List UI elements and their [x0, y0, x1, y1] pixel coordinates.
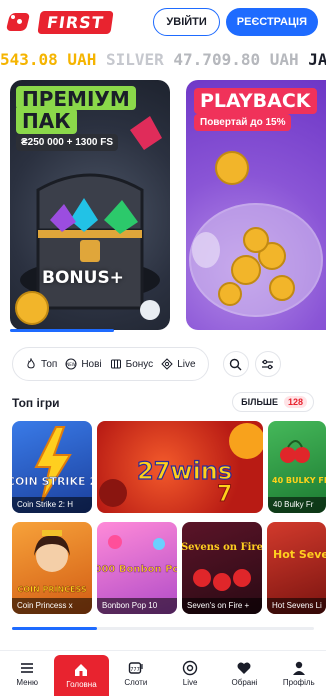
dice-icon	[5, 11, 34, 33]
live-chip-icon	[182, 660, 198, 676]
tab-live[interactable]: Live	[157, 358, 199, 370]
section-title: Топ ігри	[12, 396, 60, 410]
game-title: Bonbon Pop 10	[97, 598, 177, 614]
slot-machine-icon: 777	[128, 662, 143, 674]
nav-label: Обрані	[231, 678, 258, 687]
game-card[interactable]: Hot Sevens Hot Sevens Li	[267, 522, 326, 614]
game-title: Coin Princess x	[12, 598, 92, 614]
game-card[interactable]: 40 BULKY FRUITS 40 Bulky Fr	[268, 421, 326, 513]
nav-label: Меню	[16, 678, 38, 687]
nav-label: Live	[182, 678, 198, 687]
more-label: БІЛЬШЕ	[241, 397, 278, 407]
games-count-badge: 128	[283, 396, 307, 408]
nav-home[interactable]: Головна	[54, 655, 109, 696]
category-tabs: Топ NEW Нові Бонус Live	[12, 347, 209, 381]
brand-name: FIRST	[37, 10, 114, 34]
game-card[interactable]: COIN STRIKE 2 Coin Strike 2: H	[12, 421, 92, 513]
tab-bonus[interactable]: Бонус	[106, 358, 158, 370]
home-icon	[75, 664, 88, 676]
nav-label: Слоти	[124, 678, 148, 687]
chip-icon	[161, 358, 173, 370]
tab-new[interactable]: NEW Нові	[61, 358, 105, 370]
nav-profile[interactable]: Профіль	[272, 651, 326, 696]
twenty-seven-wins-art: 27wins 7	[99, 423, 263, 508]
slot-icon	[110, 359, 121, 369]
nav-label: Профіль	[282, 678, 315, 687]
header: FIRST УВІЙТИ РЕЄСТРАЦІЯ	[0, 0, 326, 44]
game-art-title: 40 BULKY FRUITS	[272, 476, 326, 485]
svg-text:777: 777	[130, 667, 140, 673]
ticker-label: SILVER	[105, 50, 164, 69]
brand-logo[interactable]: FIRST	[5, 10, 114, 34]
svg-text:NEW: NEW	[67, 362, 77, 367]
nav-live[interactable]: Live	[163, 651, 217, 696]
new-badge-icon: NEW	[65, 358, 77, 370]
game-title: Seven's on Fire +	[182, 598, 262, 614]
game-art-title: Hot Sevens	[273, 548, 326, 561]
game-art-title: COIN PRINCESS	[17, 585, 87, 594]
tab-label: Live	[177, 358, 196, 370]
promo-title: ПРЕМІУМ	[16, 86, 136, 110]
search-icon	[229, 358, 242, 370]
sliders-icon	[262, 359, 274, 369]
game-art-title: 27wins	[137, 457, 232, 485]
user-icon	[292, 661, 305, 675]
game-title: Hot Sevens Li	[267, 598, 326, 614]
flame-icon	[27, 358, 35, 369]
promo-card-playback[interactable]: PLAYBACK Повертай до 15%	[186, 80, 326, 330]
tab-label: Нові	[81, 358, 102, 370]
tab-label: Бонус	[125, 358, 154, 370]
filter-settings-button[interactable]	[254, 351, 281, 377]
nav-menu[interactable]: Меню	[0, 651, 54, 696]
nav-label: Головна	[66, 680, 97, 689]
game-card[interactable]: 27wins 7	[97, 421, 263, 513]
games-scroll-thumb[interactable]	[12, 627, 97, 630]
promo-subtitle: Повертай до 15%	[194, 114, 292, 131]
nav-favorites[interactable]: Обрані	[217, 651, 271, 696]
carousel-progress	[10, 329, 114, 332]
game-art-title: Sevens on Fire	[182, 542, 262, 553]
promo-overlay-text: BONUS+	[42, 268, 124, 288]
promo-subtitle: ₴250 000 + 1300 FS	[16, 134, 119, 151]
game-art-title: COIN STRIKE 2	[12, 475, 92, 488]
game-card[interactable]: COIN PRINCESS Coin Princess x	[12, 522, 92, 614]
promo-title: PLAYBACK	[194, 88, 317, 114]
category-filters: Топ NEW Нові Бонус Live	[12, 347, 314, 381]
promo-card-premium[interactable]: ПРЕМІУМ ПАК ₴250 000 + 1300 FS BONUS+	[10, 80, 170, 330]
game-card[interactable]: Sevens on Fire Seven's on Fire +	[182, 522, 262, 614]
ticker-label: JACKPOT	[308, 50, 326, 69]
ticker-amount: 47.709.80 UAH	[173, 50, 299, 69]
game-title: 40 Bulky Fr	[268, 497, 326, 513]
tab-top[interactable]: Топ	[21, 358, 61, 370]
promo-carousel[interactable]: ПРЕМІУМ ПАК ₴250 000 + 1300 FS BONUS+ PL…	[0, 80, 326, 332]
search-button[interactable]	[222, 351, 249, 377]
promo-title: ПАК	[16, 108, 77, 134]
more-games-button[interactable]: БІЛЬШЕ 128	[232, 392, 314, 412]
nav-slots[interactable]: 777 Слоти	[109, 651, 163, 696]
game-art-title: 1000 Bonbon Pop	[97, 564, 177, 575]
ticker-amount: 543.08 UAH	[0, 50, 97, 69]
svg-text:7: 7	[217, 482, 232, 507]
heart-icon	[237, 662, 251, 674]
jackpot-ticker: 543.08 UAH SILVER 47.709.80 UAH JACKPOT	[0, 48, 326, 72]
game-title: Coin Strike 2: H	[12, 497, 92, 513]
tab-label: Топ	[41, 358, 58, 370]
bottom-navigation: Меню Головна 777 Слоти Live Обрані Профі…	[0, 650, 326, 696]
game-card[interactable]: 1000 Bonbon Pop Bonbon Pop 10	[97, 522, 177, 614]
login-button[interactable]: УВІЙТИ	[153, 8, 220, 36]
menu-icon	[21, 663, 34, 673]
register-button[interactable]: РЕЄСТРАЦІЯ	[225, 8, 318, 36]
